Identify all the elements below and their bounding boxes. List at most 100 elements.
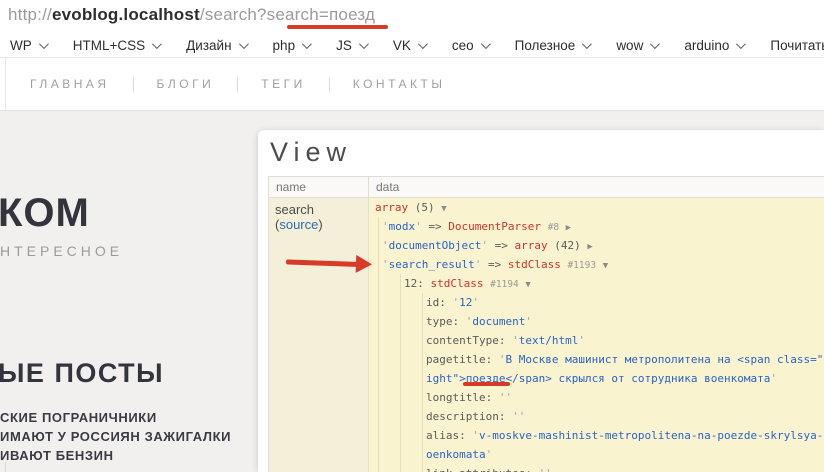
dump-token: modx: [388, 220, 416, 233]
post-link[interactable]: ИМАЮТ У РОССИЯН ЗАЖИГАЛКИ: [0, 427, 231, 446]
post-link[interactable]: ИВАЮТ БЕНЗИН: [0, 446, 231, 465]
bookmark-item[interactable]: ceo: [451, 37, 491, 53]
site-logo[interactable]: КОМ: [0, 191, 90, 236]
bookmark-item[interactable]: Полезное: [515, 38, 593, 53]
collapse-toggle-icon[interactable]: ▼: [603, 261, 608, 271]
bookmark-label: wow: [616, 37, 644, 53]
bookmark-label: arduino: [684, 37, 730, 53]
dump-token: type:: [426, 315, 466, 328]
dump-line: array (5) ▼: [369, 198, 824, 217]
column-header-data: data: [376, 180, 400, 194]
bookmark-label: Почитать потом: [770, 37, 824, 53]
indent-guide: [378, 217, 379, 472]
indent-guide: [422, 293, 423, 472]
dump-token: ': [512, 334, 519, 347]
dump-token: contentType:: [426, 334, 513, 347]
bookmark-label: JS: [336, 37, 352, 53]
dump-line: id: '12': [369, 293, 824, 312]
dump-token: #1194: [490, 279, 519, 290]
chevron-down-icon: [736, 38, 747, 49]
dump-token: stdClass: [507, 258, 561, 271]
dump-token: [559, 220, 566, 233]
annotation-word-underline: [463, 382, 510, 386]
bookmark-item[interactable]: Дизайн: [186, 37, 249, 53]
bookmarks-bar-divider: [0, 57, 824, 58]
chevron-down-icon: [302, 38, 312, 49]
dump-token: (42): [547, 239, 588, 252]
annotation-arrow-shaft: [285, 259, 359, 267]
nav-item-1[interactable]: ГЛАВНАЯ: [30, 77, 110, 91]
annotation-url-underline: [287, 25, 388, 29]
posts-list: СКИЕ ПОГРАНИЧНИКИ ИМАЮТ У РОССИЯН ЗАЖИГАЛ…: [0, 408, 231, 465]
chevron-down-icon: [480, 38, 491, 49]
dump-token: ': [382, 258, 389, 271]
dump-token: document: [472, 315, 526, 328]
dump-line: 'documentObject' => array (42) ▶: [369, 236, 824, 255]
annotation-arrow: [285, 252, 377, 274]
dump-token: id:: [426, 296, 453, 309]
dump-token: 12:: [404, 277, 431, 290]
dump-token: [541, 220, 548, 233]
dump-line: 'search_result' => stdClass #1193 ▼: [369, 255, 824, 274]
chevron-down-icon: [358, 38, 369, 49]
dump-token: ': [382, 239, 389, 252]
dump-token: oenkomata: [426, 448, 486, 461]
bookmark-item[interactable]: WP: [10, 37, 49, 53]
dump-line: 'modx' => DocumentParser #8 ▶: [369, 217, 824, 236]
bookmark-item[interactable]: HTML+CSS: [72, 37, 163, 53]
dump-token: В Москве машинист метрополитена на <span…: [505, 353, 824, 366]
dump-line: description: '': [369, 407, 824, 426]
chevron-down-icon: [152, 38, 163, 49]
collapse-toggle-icon[interactable]: ▼: [441, 204, 446, 214]
dump-line: type: 'document': [369, 312, 824, 331]
bookmarks-bar: WP HTML+CSS Дизайн php JS VK ceo Полезное wow ard…: [10, 34, 824, 56]
collapse-toggle-icon[interactable]: ▼: [525, 280, 530, 290]
dump-token: description:: [426, 410, 513, 423]
panel-title: View: [270, 137, 353, 167]
nav-separator: [328, 76, 330, 92]
dump-line: contentType: 'text/html': [369, 331, 824, 350]
dump-token: pagetitle:: [426, 353, 499, 366]
nav-item-3[interactable]: ТЕГИ: [261, 77, 305, 91]
dump-token: '': [512, 410, 526, 423]
bookmark-label: HTML+CSS: [72, 37, 146, 53]
bookmark-item[interactable]: wow: [616, 37, 661, 53]
bookmark-label: WP: [10, 37, 32, 53]
site-nav: ГЛАВНАЯ БЛОГИ ТЕГИ КОНТАКТЫ: [30, 74, 445, 94]
bookmark-item[interactable]: VK: [393, 38, 428, 53]
bookmark-label: ceo: [451, 37, 474, 53]
dump-token: ': [770, 372, 777, 385]
dump-token: stdClass: [430, 277, 484, 290]
dump-token: =>: [481, 258, 508, 271]
nav-item-2[interactable]: БЛОГИ: [157, 77, 215, 91]
row-name-close: ): [318, 217, 323, 232]
expand-toggle-icon[interactable]: ▶: [566, 223, 571, 233]
dump-line: 12: stdClass #1194 ▼: [369, 274, 824, 293]
dump-token: ': [415, 220, 422, 233]
bookmark-item[interactable]: arduino: [684, 37, 747, 53]
bookmark-item[interactable]: Почитать потом: [770, 38, 824, 53]
indent-guide: [400, 274, 401, 472]
bookmark-item[interactable]: php: [272, 37, 312, 53]
dump-table: name data search (source) array (5) ▼'mo…: [268, 176, 824, 472]
url-host: evoblog.localhost: [51, 5, 200, 24]
dump-token: [596, 258, 603, 271]
nav-item-4[interactable]: КОНТАКТЫ: [353, 77, 446, 91]
dump-token: ': [382, 220, 389, 233]
dump-token: array: [375, 201, 409, 214]
post-link[interactable]: СКИЕ ПОГРАНИЧНИКИ: [0, 408, 231, 427]
dump-token: '': [539, 467, 552, 472]
dump-token: v-moskve-mashinist-metropolitena-na-poez…: [478, 429, 824, 442]
dump-token: '': [498, 391, 513, 404]
page-left-border-bottom: [5, 462, 6, 472]
address-bar[interactable]: http://evoblog.localhost/search?search=п…: [8, 5, 375, 25]
source-link[interactable]: source: [279, 217, 318, 232]
chevron-down-icon: [650, 38, 661, 49]
bookmark-label: php: [272, 37, 296, 53]
bookmark-label: Дизайн: [186, 37, 232, 53]
dump-token: text/html: [518, 334, 579, 347]
expand-toggle-icon[interactable]: ▶: [587, 242, 592, 252]
bookmark-item[interactable]: JS: [336, 37, 369, 53]
site-tagline: НТЕРЕСНОЕ: [0, 243, 124, 259]
page-left-border: [5, 57, 6, 111]
